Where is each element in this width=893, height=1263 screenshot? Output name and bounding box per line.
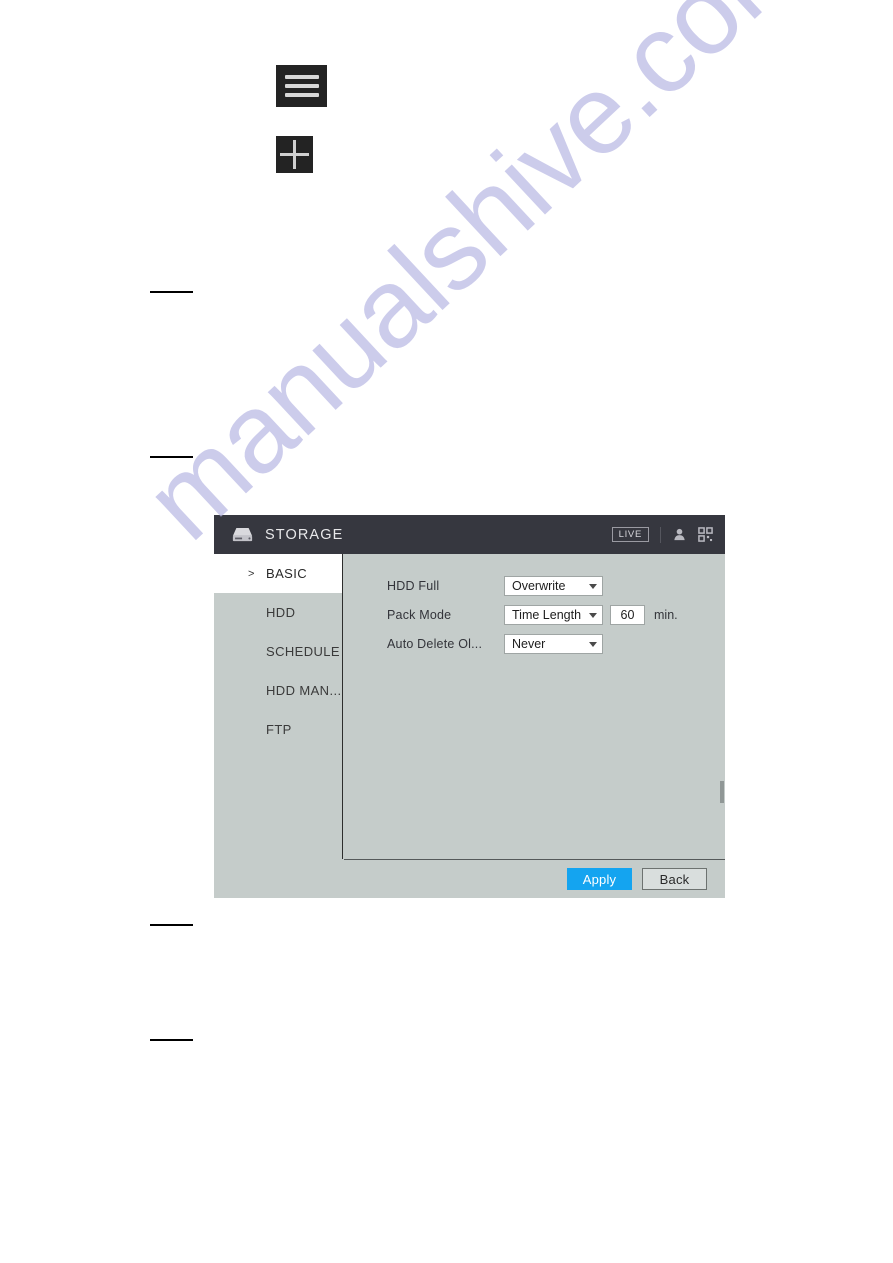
chevron-right-icon: > (248, 567, 255, 580)
page-title: STORAGE (265, 526, 344, 543)
hdd-full-select[interactable]: Overwrite (504, 576, 603, 596)
content-scrollbar[interactable] (720, 781, 724, 803)
quad-split-icon[interactable] (276, 136, 313, 173)
sidebar-item-label: FTP (266, 722, 292, 737)
auto-delete-value: Never (512, 637, 546, 651)
header-divider (660, 526, 661, 543)
sidebar-item-label: BASIC (266, 566, 308, 581)
hdd-full-label: HDD Full (387, 579, 440, 593)
dialog-header: STORAGE LIVE (214, 515, 725, 554)
margin-rule (150, 291, 193, 293)
user-icon[interactable] (672, 527, 687, 542)
grid-matrix-icon[interactable] (698, 527, 713, 542)
pack-mode-select[interactable]: Time Length (504, 605, 603, 625)
live-badge[interactable]: LIVE (611, 526, 649, 543)
back-button[interactable]: Back (642, 868, 707, 890)
sidebar-item-hdd-manage[interactable]: HDD MAN... (214, 671, 342, 710)
storage-settings-dialog: STORAGE LIVE > BASIC HDD SCHEDULE HDD MA… (214, 515, 725, 898)
auto-delete-label: Auto Delete Ol... (387, 637, 483, 651)
watermark: manualshive.com (121, 0, 834, 563)
auto-delete-row: Auto Delete Ol... Never (343, 630, 725, 658)
dialog-body: > BASIC HDD SCHEDULE HDD MAN... FTP HDD … (214, 554, 725, 859)
margin-rule (150, 1039, 193, 1041)
pack-mode-label: Pack Mode (387, 608, 452, 622)
pack-mode-value: Time Length (512, 608, 582, 622)
hdd-full-value: Overwrite (512, 579, 566, 593)
chevron-down-icon (589, 583, 597, 589)
sidebar-item-basic[interactable]: > BASIC (214, 554, 342, 593)
settings-sidebar: > BASIC HDD SCHEDULE HDD MAN... FTP (214, 554, 343, 859)
chevron-down-icon (589, 612, 598, 618)
pack-duration-input[interactable]: 60 (610, 605, 645, 625)
sidebar-item-label: HDD MAN... (266, 683, 342, 698)
plus-cross-glyph (280, 140, 309, 169)
auto-delete-select[interactable]: Never (504, 634, 603, 654)
pack-mode-row: Pack Mode Time Length 60 min. (343, 601, 725, 629)
sidebar-item-label: HDD (266, 605, 296, 620)
settings-content: HDD Full Overwrite Pack Mode Time Length… (343, 554, 725, 859)
sidebar-item-ftp[interactable]: FTP (214, 710, 342, 749)
chevron-down-icon (589, 641, 597, 647)
margin-rule (150, 456, 193, 458)
header-actions: LIVE (611, 526, 713, 543)
pack-duration-unit: min. (654, 608, 678, 622)
hdd-icon (232, 527, 253, 542)
sidebar-item-label: SCHEDULE (266, 644, 340, 659)
hamburger-menu-icon[interactable] (276, 65, 327, 107)
hdd-full-row: HDD Full Overwrite (343, 572, 725, 600)
dialog-footer: Apply Back (344, 859, 725, 898)
apply-button[interactable]: Apply (567, 868, 632, 890)
hamburger-lines (284, 75, 319, 97)
margin-rule (150, 924, 193, 926)
sidebar-item-hdd[interactable]: HDD (214, 593, 342, 632)
sidebar-item-schedule[interactable]: SCHEDULE (214, 632, 342, 671)
